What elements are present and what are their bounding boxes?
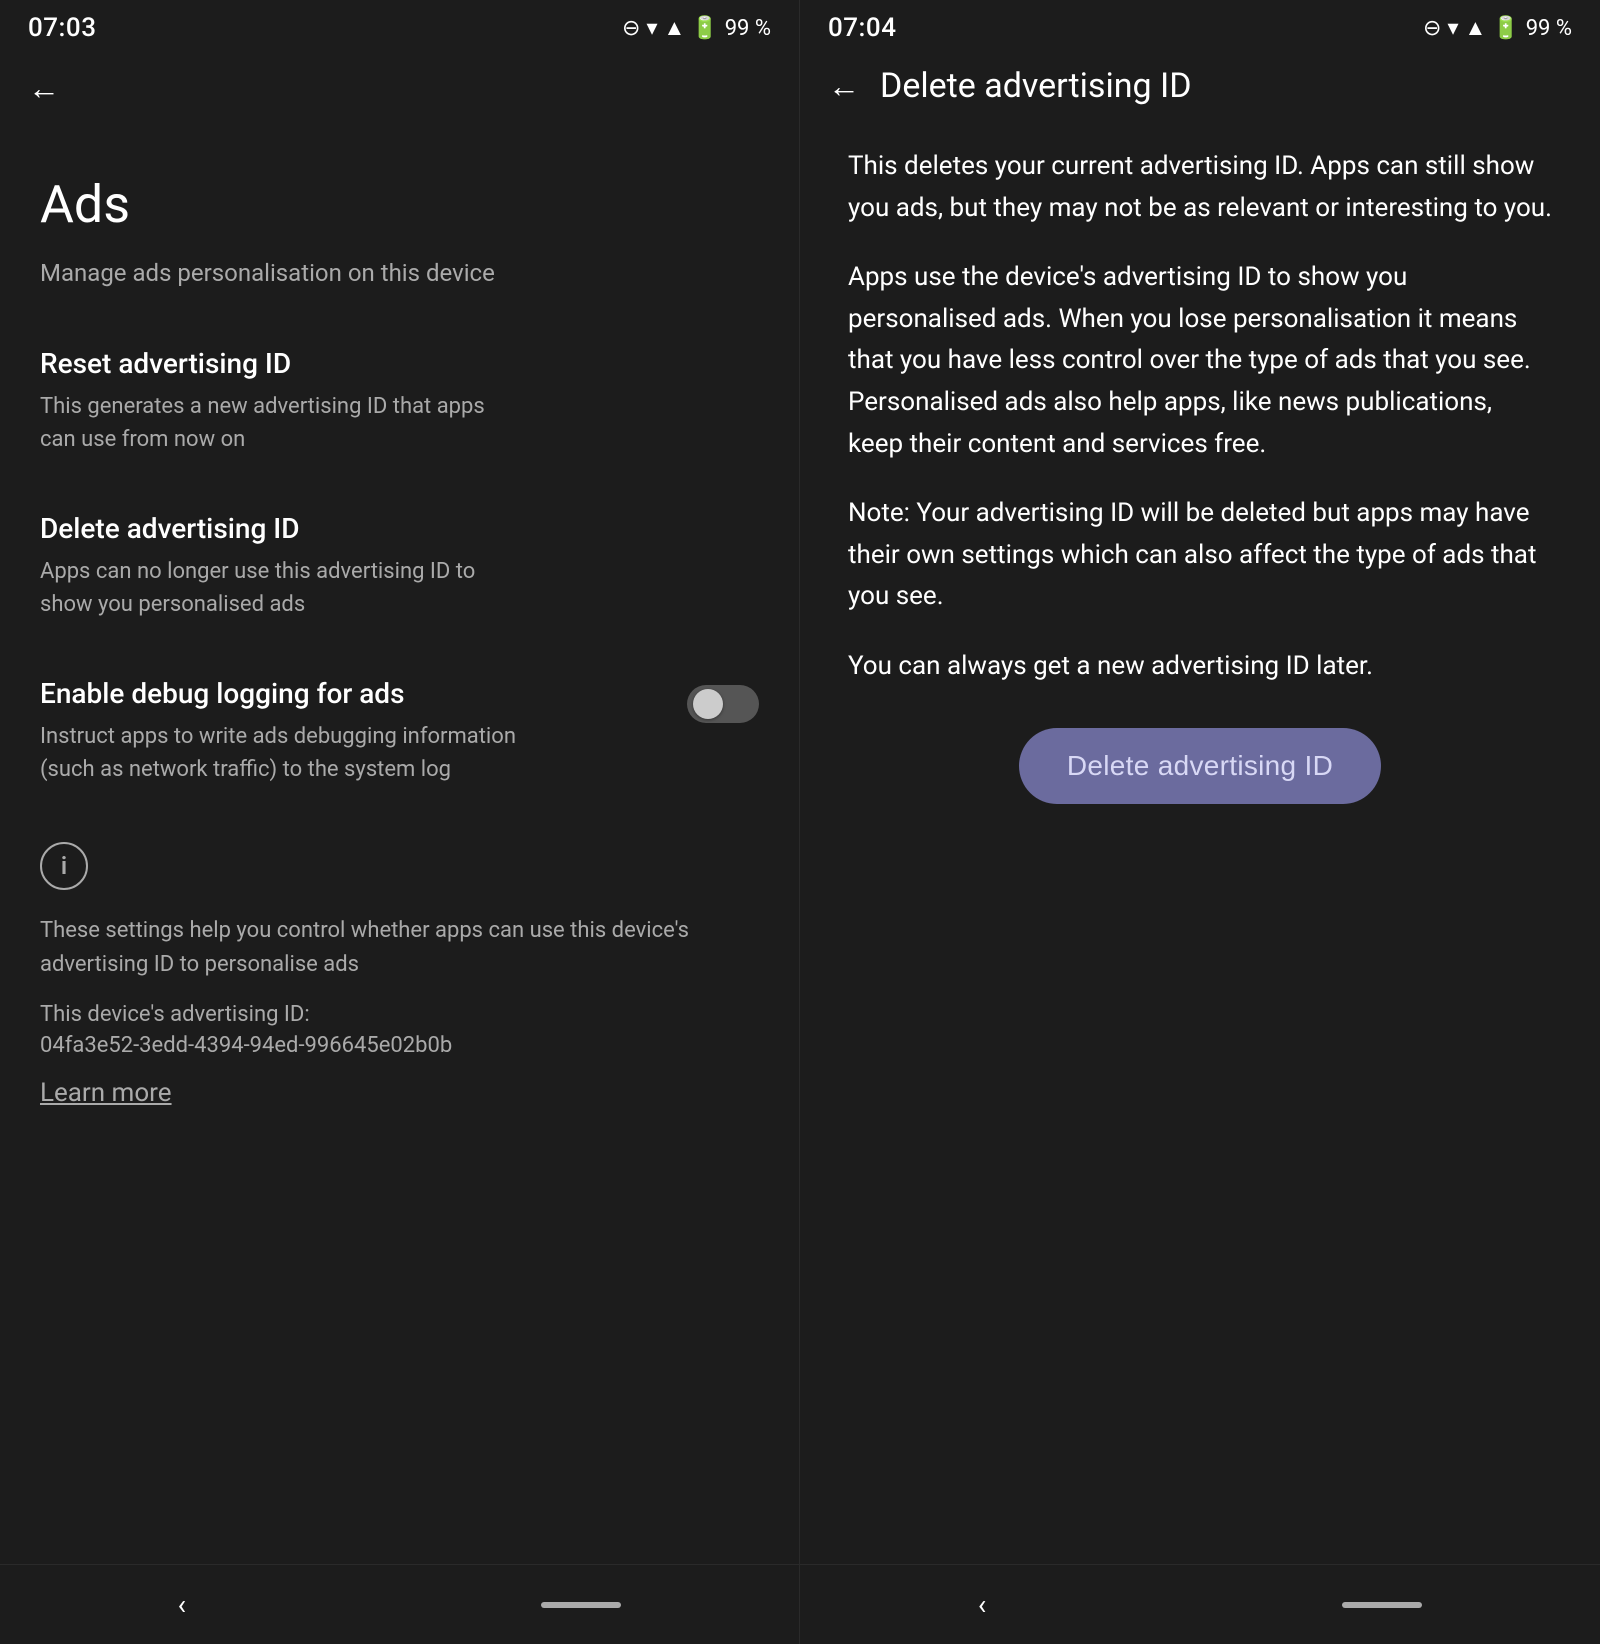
reset-advertising-id-title: Reset advertising ID [40, 347, 759, 380]
battery-icon-right: 🔋 [1492, 16, 1519, 41]
delete-btn-container: Delete advertising ID [848, 728, 1552, 844]
info-text: These settings help you control whether … [40, 914, 759, 982]
right-para-4: You can always get a new advertising ID … [848, 646, 1552, 688]
right-para-3: Note: Your advertising ID will be delete… [848, 493, 1552, 618]
debug-text: Enable debug logging for ads Instruct ap… [40, 677, 687, 786]
nav-pill-right[interactable] [1342, 1602, 1422, 1608]
back-arrow-icon-left: ← [28, 72, 60, 104]
right-content: This deletes your current advertising ID… [800, 116, 1600, 1564]
page-subtitle: Manage ads personalisation on this devic… [40, 259, 759, 287]
signal-icon-right: ▲ [1465, 15, 1487, 41]
info-id-value: 04fa3e52-3edd-4394-94ed-996645e02b0b [40, 1033, 759, 1058]
delete-advertising-id-button[interactable]: Delete advertising ID [1019, 728, 1381, 804]
delete-advertising-id-title: Delete advertising ID [40, 512, 759, 545]
status-icons-right: ⊖ ▾ ▲ 🔋 99 % [1423, 15, 1572, 41]
status-time-right: 07:04 [828, 13, 896, 43]
debug-toggle-container [687, 685, 759, 723]
wifi-icon-right: ▾ [1447, 16, 1458, 41]
battery-text-right: 99 % [1526, 16, 1572, 41]
nav-pill-left[interactable] [541, 1602, 621, 1608]
page-title: Ads [40, 174, 759, 235]
learn-more-link[interactable]: Learn more [40, 1078, 172, 1108]
status-bar-left: 07:03 ⊖ ▾ ▲ 🔋 99 % [0, 0, 799, 52]
nav-back-icon-right[interactable]: ‹ [978, 1588, 986, 1621]
dnd-icon-right: ⊖ [1423, 16, 1441, 41]
wifi-icon: ▾ [646, 16, 657, 41]
status-bar-right: 07:04 ⊖ ▾ ▲ 🔋 99 % [800, 0, 1600, 52]
info-section: i These settings help you control whethe… [40, 842, 759, 1108]
debug-logging-desc: Instruct apps to write ads debugging inf… [40, 720, 520, 786]
status-time-left: 07:03 [28, 13, 96, 43]
delete-advertising-id-desc: Apps can no longer use this advertising … [40, 555, 520, 621]
nav-back-icon-left[interactable]: ‹ [178, 1588, 186, 1621]
bottom-nav-right: ‹ [800, 1564, 1600, 1644]
back-arrow-icon-right[interactable]: ← [828, 70, 860, 102]
info-icon: i [40, 842, 88, 890]
dnd-icon: ⊖ [622, 16, 640, 41]
bottom-nav-left: ‹ [0, 1564, 799, 1644]
signal-icon: ▲ [664, 15, 686, 41]
right-para-1: This deletes your current advertising ID… [848, 146, 1552, 229]
toggle-knob [693, 689, 723, 719]
info-id-label: This device's advertising ID: [40, 1002, 759, 1027]
left-panel: 07:03 ⊖ ▾ ▲ 🔋 99 % ← Ads Manage ads pers… [0, 0, 800, 1644]
reset-advertising-id-item[interactable]: Reset advertising ID This generates a ne… [40, 327, 759, 476]
right-para-2: Apps use the device's advertising ID to … [848, 257, 1552, 465]
right-panel: 07:04 ⊖ ▾ ▲ 🔋 99 % ← Delete advertising … [800, 0, 1600, 1644]
battery-text-left: 99 % [725, 16, 771, 41]
right-panel-title: Delete advertising ID [880, 66, 1192, 106]
right-header: ← Delete advertising ID [800, 52, 1600, 116]
debug-logging-item[interactable]: Enable debug logging for ads Instruct ap… [40, 657, 759, 806]
reset-advertising-id-desc: This generates a new advertising ID that… [40, 390, 520, 456]
delete-advertising-id-item[interactable]: Delete advertising ID Apps can no longer… [40, 492, 759, 641]
status-icons-left: ⊖ ▾ ▲ 🔋 99 % [622, 15, 771, 41]
debug-toggle[interactable] [687, 685, 759, 723]
battery-icon: 🔋 [691, 16, 718, 41]
left-content: Ads Manage ads personalisation on this d… [0, 114, 799, 1564]
back-button-left[interactable]: ← [0, 52, 799, 114]
debug-logging-title: Enable debug logging for ads [40, 677, 687, 710]
